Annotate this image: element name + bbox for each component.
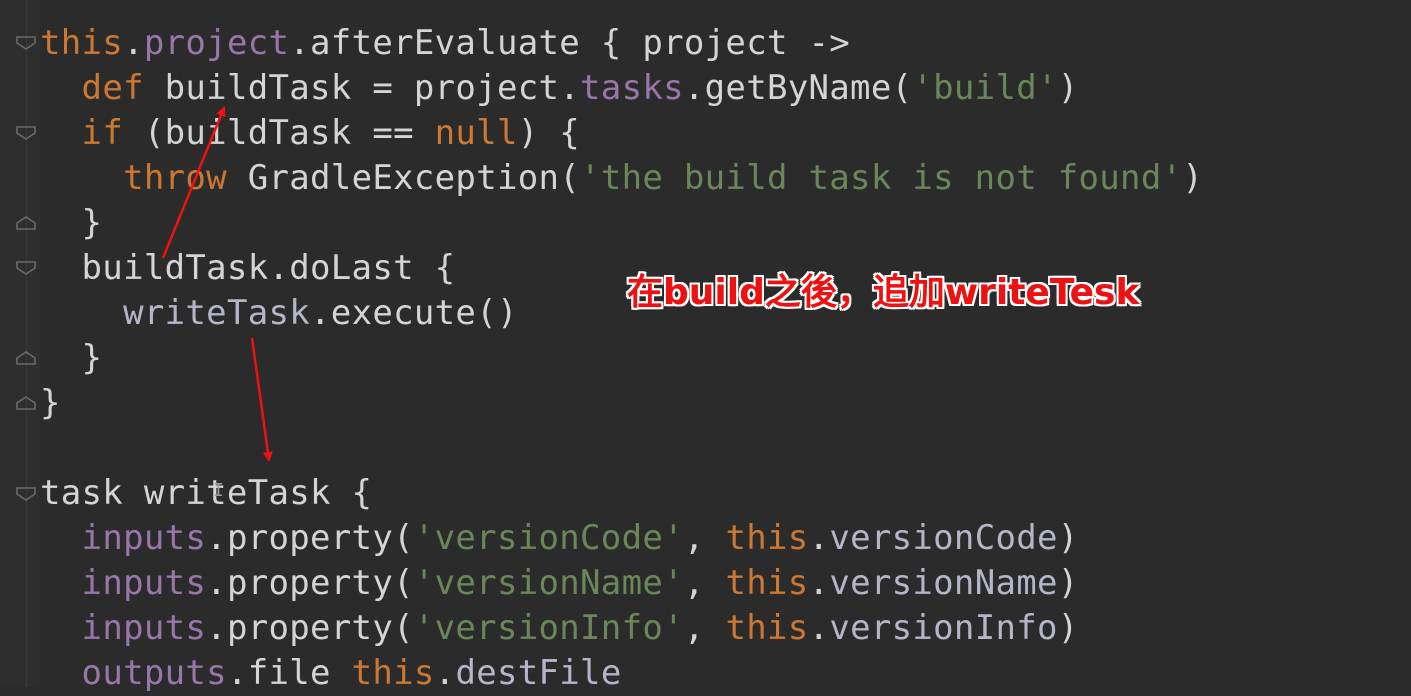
annotation-arrows xyxy=(161,106,273,462)
annotation-label: 在build之後，追加writeTesk xyxy=(627,272,1140,313)
arrow-to-buildtask xyxy=(161,106,226,259)
arrow-to-writetask xyxy=(250,337,273,462)
